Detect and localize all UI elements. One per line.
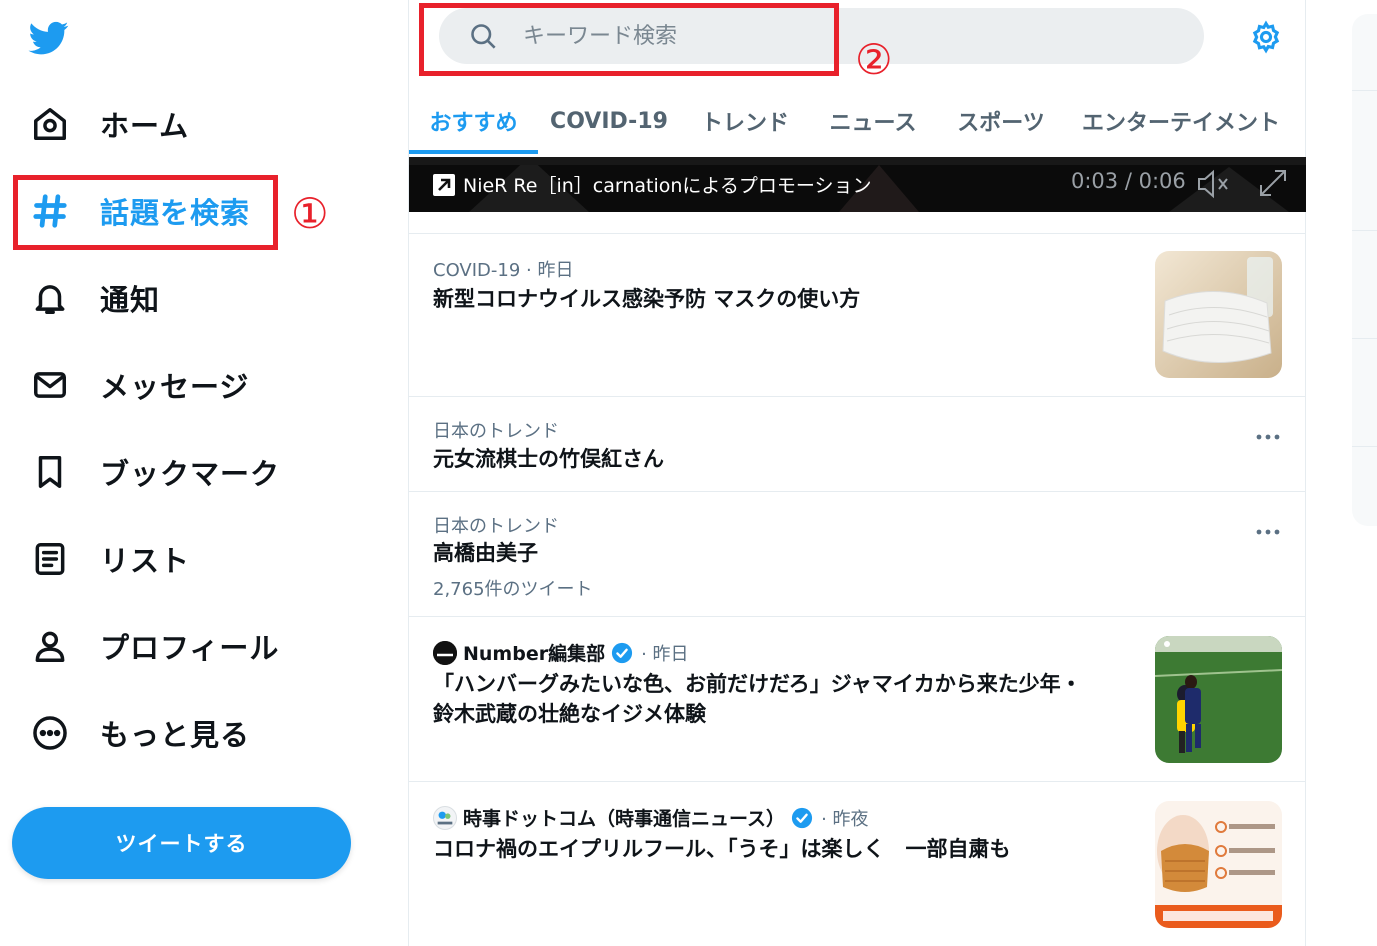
news-time: · 昨日 — [641, 643, 689, 665]
tweet-count: 2,765件のツイート — [433, 579, 593, 600]
annotation-number-2: ② — [855, 35, 893, 84]
item-meta: 日本のトレンド — [433, 516, 559, 537]
bell-icon — [28, 276, 72, 320]
more-options-icon[interactable] — [1255, 427, 1281, 440]
verified-badge-icon — [611, 642, 633, 664]
tab-news[interactable]: ニュース — [810, 86, 936, 156]
explore-tabs: おすすめ COVID-19 トレンド ニュース スポーツ エンターテイメント — [409, 86, 1307, 156]
tab-sports[interactable]: スポーツ — [936, 86, 1066, 156]
item-title: コロナ禍のエイプリルフール、「うそ」は楽しく 一部自粛も — [433, 837, 1011, 861]
number-avatar — [433, 640, 457, 665]
annotation-number-1: ① — [291, 189, 329, 238]
divider — [1352, 90, 1377, 91]
sidebar-item-label: ホーム — [100, 109, 190, 143]
annotation-box-1 — [13, 175, 278, 250]
source-name: Number編集部 — [463, 643, 606, 665]
divider — [1352, 446, 1377, 447]
divider — [1352, 230, 1377, 231]
mute-icon[interactable] — [1195, 167, 1231, 201]
item-title: 高橋由美子 — [433, 541, 538, 565]
trend-item[interactable]: COVID-19 · 昨日 新型コロナウイルス感染予防 マスクの使い方 — [409, 234, 1306, 396]
news-item[interactable]: Number編集部 · 昨日 「ハンバーグみたいな色、お前だけだろ」ジャマイカか… — [409, 617, 1306, 781]
bookmark-icon — [28, 450, 72, 494]
mask-ad-thumbnail-image — [1155, 801, 1282, 928]
fullscreen-icon[interactable] — [1257, 167, 1289, 199]
news-item[interactable]: 時事ドットコム（時事通信ニュース） · 昨夜 コロナ禍のエイプリルフール、「うそ… — [409, 782, 1306, 946]
news-source: 時事ドットコム（時事通信ニュース） · 昨夜 — [433, 804, 869, 831]
tab-trends[interactable]: トレンド — [680, 86, 810, 156]
promoted-video-banner[interactable]: NieR Re［in］carnationによるプロモーション 0:03 / 0:… — [409, 157, 1306, 212]
news-time: · 昨夜 — [821, 808, 869, 830]
verified-badge-icon — [791, 807, 813, 829]
promoted-arrow-icon — [433, 173, 455, 196]
sidebar: ホーム 話題を検索 通知 メッセージ ブックマーク リスト プロフィール もっと… — [0, 0, 408, 946]
item-meta: 日本のトレンド — [433, 421, 559, 442]
item-title: 新型コロナウイルス感染予防 マスクの使い方 — [433, 287, 861, 311]
tab-recommended[interactable]: おすすめ — [409, 86, 538, 156]
item-title-line-1: 「ハンバーグみたいな色、お前だけだろ」ジャマイカから来た少年・ — [433, 672, 1082, 696]
tab-entertainment[interactable]: エンターテイメント — [1066, 86, 1296, 156]
sidebar-item-more[interactable]: もっと見る — [28, 703, 250, 763]
sidebar-item-notifications[interactable]: 通知 — [28, 268, 160, 328]
sidebar-item-profile[interactable]: プロフィール — [28, 616, 279, 676]
sidebar-item-home[interactable]: ホーム — [28, 94, 189, 154]
twitter-bird-icon[interactable] — [26, 18, 72, 58]
list-icon — [28, 537, 72, 581]
item-title-line-2: 鈴木武蔵の壮絶なイジメ体験 — [433, 702, 706, 726]
tweet-button[interactable]: ツイートする — [12, 807, 351, 879]
sidebar-item-lists[interactable]: リスト — [28, 529, 190, 589]
sidebar-item-label: リスト — [100, 544, 191, 578]
tab-covid19[interactable]: COVID-19 — [538, 86, 680, 156]
sidebar-item-label: プロフィール — [100, 631, 280, 665]
trend-item[interactable]: 日本のトレンド 元女流棋士の竹俣紅さん — [409, 397, 1306, 491]
sidebar-item-label: メッセージ — [100, 370, 250, 404]
envelope-icon — [28, 363, 72, 407]
main-column: おすすめ COVID-19 トレンド ニュース スポーツ エンターテイメント N… — [408, 0, 1306, 946]
jiji-avatar — [433, 805, 457, 830]
sidebar-item-bookmarks[interactable]: ブックマーク — [28, 442, 280, 502]
home-icon — [28, 102, 72, 146]
news-source: Number編集部 · 昨日 — [433, 639, 689, 666]
video-time: 0:03 / 0:06 — [1071, 169, 1186, 193]
sidebar-item-label: もっと見る — [100, 718, 251, 752]
item-title: 元女流棋士の竹俣紅さん — [433, 447, 664, 471]
person-icon — [28, 624, 72, 668]
divider — [1352, 338, 1377, 339]
gear-icon[interactable] — [1249, 20, 1283, 54]
more-circle-icon — [28, 711, 72, 755]
item-meta: COVID-19 · 昨日 — [433, 260, 574, 281]
soccer-thumbnail-image — [1155, 636, 1282, 763]
sidebar-item-messages[interactable]: メッセージ — [28, 355, 249, 415]
more-options-icon[interactable] — [1255, 522, 1281, 535]
sidebar-item-label: 通知 — [100, 283, 161, 317]
source-name: 時事ドットコム（時事通信ニュース） — [463, 808, 786, 830]
promo-label: NieR Re［in］carnationによるプロモーション — [463, 175, 872, 197]
mask-thumbnail-image — [1155, 251, 1282, 378]
annotation-box-2 — [419, 3, 839, 76]
sidebar-item-label: ブックマーク — [100, 457, 281, 491]
trend-item[interactable]: 日本のトレンド 高橋由美子 2,765件のツイート — [409, 492, 1306, 616]
